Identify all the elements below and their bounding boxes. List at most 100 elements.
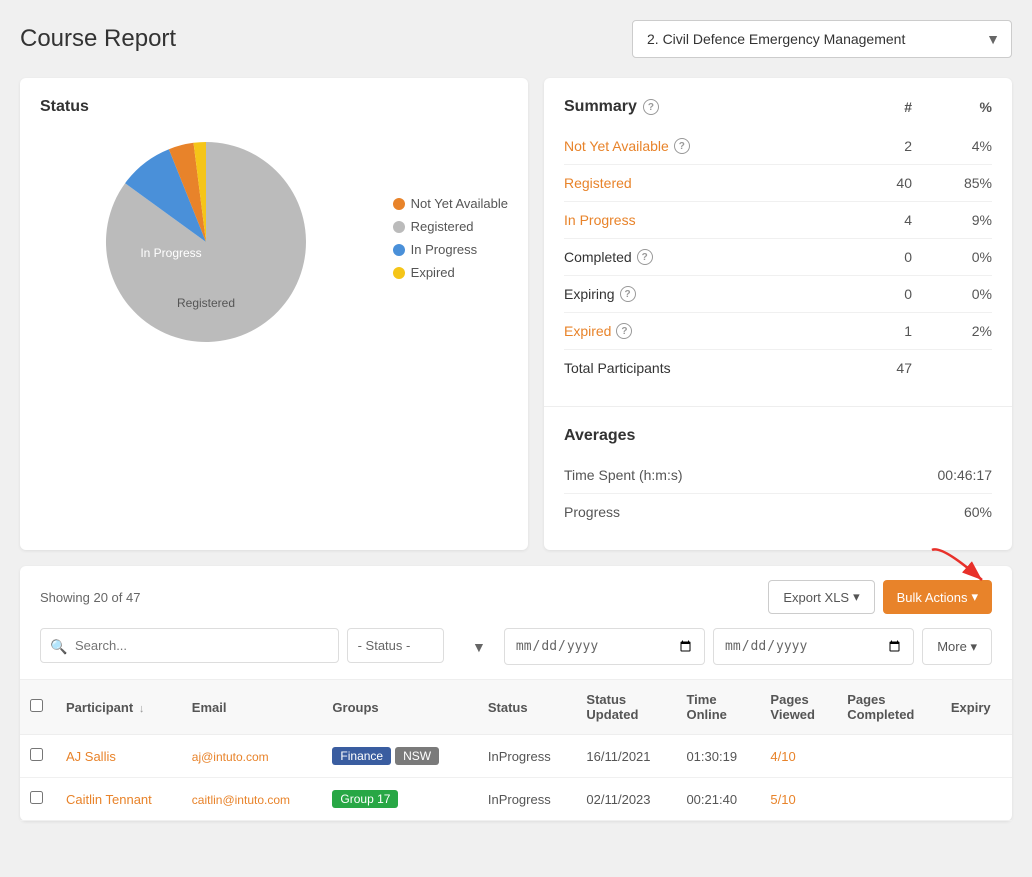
select-all-checkbox[interactable]: [30, 699, 43, 712]
summary-help-icon-0[interactable]: ?: [674, 138, 690, 154]
legend-item-inprogress: In Progress: [393, 242, 508, 257]
pie-chart: In Progress Registered: [40, 132, 373, 352]
course-select-wrapper: 2. Civil Defence Emergency Management ▼: [632, 20, 1012, 58]
row-groups-0: FinanceNSW: [322, 735, 477, 778]
summary-help-icon-3[interactable]: ?: [637, 249, 653, 265]
row-email-0: aj@intuto.com: [182, 735, 323, 778]
summary-help-icon-5[interactable]: ?: [616, 323, 632, 339]
more-filters-label: More: [937, 639, 967, 654]
row-checkbox-0[interactable]: [30, 748, 43, 761]
course-select[interactable]: 2. Civil Defence Emergency Management: [632, 20, 1012, 58]
th-expiry: Expiry: [941, 680, 1012, 735]
chart-registered-label: Registered: [177, 296, 235, 310]
row-pages-completed-1: [837, 778, 941, 821]
legend-label-inprogress: In Progress: [411, 242, 477, 257]
more-filters-button[interactable]: More ▾: [922, 628, 992, 665]
row-checkbox-cell-0[interactable]: [20, 735, 56, 778]
summary-help-icon[interactable]: ?: [643, 99, 659, 115]
search-icon: 🔍: [50, 638, 67, 655]
row-pages-viewed-0: 4/10: [760, 735, 837, 778]
sort-participant-icon[interactable]: ↓: [139, 703, 145, 715]
legend-dot-expired: [393, 267, 405, 279]
row-participant-1: Caitlin Tennant: [56, 778, 182, 821]
participant-link-1[interactable]: Caitlin Tennant: [66, 792, 152, 807]
status-filter[interactable]: - Status -: [347, 628, 444, 663]
summary-pct-2: 9%: [912, 212, 992, 228]
row-checkbox-1[interactable]: [30, 791, 43, 804]
averages-label-1: Progress: [564, 504, 964, 520]
email-link-0[interactable]: aj@intuto.com: [192, 750, 269, 764]
summary-row-5: Expired ? 1 2%: [564, 313, 992, 350]
filters-row: 🔍 - Status - ▼ More ▾: [20, 628, 1012, 679]
chart-legend: Not Yet Available Registered In Progress…: [393, 196, 508, 288]
email-link-1[interactable]: caitlin@intuto.com: [192, 793, 290, 807]
legend-label-registered: Registered: [411, 219, 474, 234]
th-select-all[interactable]: [20, 680, 56, 735]
participants-table: Participant ↓ Email Groups Status Status…: [20, 679, 1012, 821]
pages-viewed-link-1[interactable]: 5/10: [770, 792, 795, 807]
summary-row-3: Completed ? 0 0%: [564, 239, 992, 276]
date-to-input[interactable]: [713, 628, 914, 665]
averages-rows: Time Spent (h:m:s) 00:46:17 Progress 60%: [564, 457, 992, 530]
summary-row-1: Registered 40 85%: [564, 165, 992, 202]
date-from-input[interactable]: [504, 628, 705, 665]
status-filter-wrapper: - Status - ▼: [347, 628, 496, 665]
group-tag-Finance: Finance: [332, 747, 391, 765]
table-row: Caitlin Tennant caitlin@intuto.com Group…: [20, 778, 1012, 821]
export-xls-button[interactable]: Export XLS ▾: [768, 580, 874, 614]
summary-label-5: Expired ?: [564, 323, 832, 339]
th-groups: Groups: [322, 680, 477, 735]
row-checkbox-cell-1[interactable]: [20, 778, 56, 821]
summary-pct-5: 2%: [912, 323, 992, 339]
row-pages-viewed-1: 5/10: [760, 778, 837, 821]
group-tag-NSW: NSW: [395, 747, 439, 765]
status-panel: Status: [20, 78, 528, 550]
row-status-updated-1: 02/11/2023: [576, 778, 676, 821]
search-input[interactable]: [40, 628, 339, 663]
summary-section: Summary ? # % Not Yet Available ? 2 4% R…: [544, 78, 1012, 406]
summary-label-2: In Progress: [564, 212, 832, 228]
summary-num-4: 0: [832, 286, 912, 302]
right-panels: Summary ? # % Not Yet Available ? 2 4% R…: [544, 78, 1012, 550]
row-participant-0: AJ Sallis: [56, 735, 182, 778]
toolbar-buttons: Export XLS ▾ Bulk Actions ▾: [768, 580, 992, 614]
row-email-1: caitlin@intuto.com: [182, 778, 323, 821]
th-pages-viewed: PagesViewed: [760, 680, 837, 735]
averages-value-1: 60%: [964, 504, 992, 520]
bottom-section: Showing 20 of 47 Export XLS ▾: [20, 566, 1012, 821]
search-wrapper: 🔍: [40, 628, 339, 665]
summary-num-2: 4: [832, 212, 912, 228]
legend-dot-inprogress: [393, 244, 405, 256]
bulk-actions-label: Bulk Actions: [897, 590, 968, 605]
averages-label-0: Time Spent (h:m:s): [564, 467, 938, 483]
summary-title: Summary: [564, 98, 637, 116]
averages-row-1: Progress 60%: [564, 494, 992, 530]
row-time-online-1: 00:21:40: [676, 778, 760, 821]
summary-num-3: 0: [832, 249, 912, 265]
pages-viewed-link-0[interactable]: 4/10: [770, 749, 795, 764]
row-pages-completed-0: [837, 735, 941, 778]
legend-item-notyetavailable: Not Yet Available: [393, 196, 508, 211]
summary-pct-0: 4%: [912, 138, 992, 154]
summary-num-6: 47: [832, 360, 912, 376]
bulk-actions-button[interactable]: Bulk Actions ▾: [883, 580, 992, 614]
summary-label-6: Total Participants: [564, 360, 832, 376]
averages-row-0: Time Spent (h:m:s) 00:46:17: [564, 457, 992, 494]
summary-label-0: Not Yet Available ?: [564, 138, 832, 154]
row-groups-1: Group 17: [322, 778, 477, 821]
summary-rows: Not Yet Available ? 2 4% Registered 40 8…: [564, 128, 992, 386]
legend-item-registered: Registered: [393, 219, 508, 234]
averages-section: Averages Time Spent (h:m:s) 00:46:17 Pro…: [544, 406, 1012, 550]
summary-col-hash: #: [832, 99, 912, 115]
summary-num-1: 40: [832, 175, 912, 191]
status-chevron-icon: ▼: [472, 639, 486, 655]
legend-label-expired: Expired: [411, 265, 455, 280]
table-row: AJ Sallis aj@intuto.com FinanceNSW InPro…: [20, 735, 1012, 778]
summary-help-icon-4[interactable]: ?: [620, 286, 636, 302]
export-xls-label: Export XLS: [783, 590, 849, 605]
page-title: Course Report: [20, 25, 176, 53]
participant-link-0[interactable]: AJ Sallis: [66, 749, 116, 764]
table-toolbar: Showing 20 of 47 Export XLS ▾: [20, 566, 1012, 628]
th-status: Status: [478, 680, 577, 735]
chart-inprogress-label: In Progress: [141, 246, 202, 260]
